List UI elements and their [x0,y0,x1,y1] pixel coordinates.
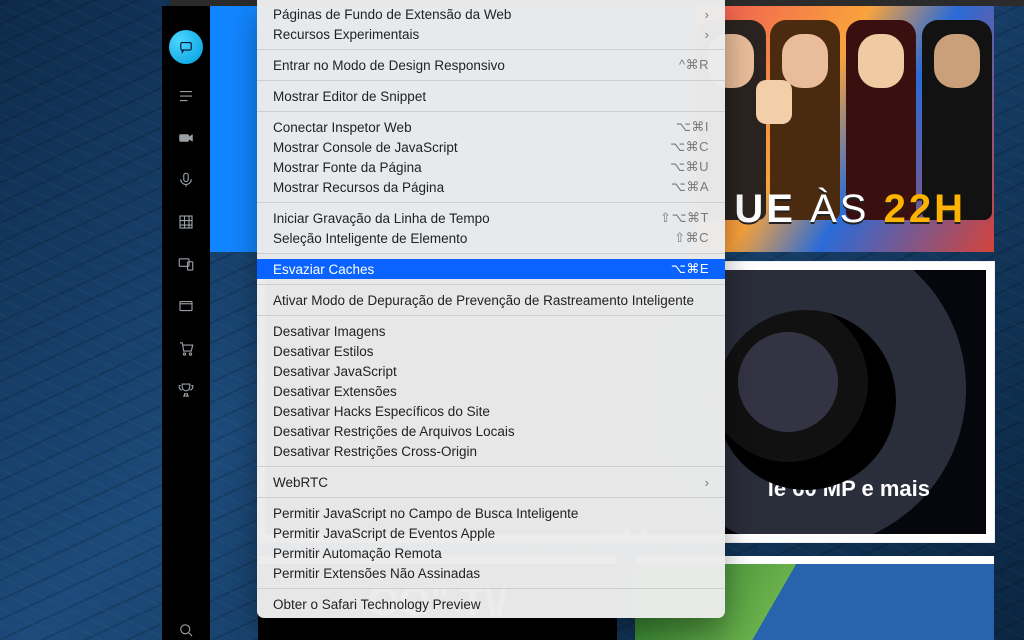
menu-item[interactable]: Desativar Extensões [257,381,725,401]
menu-item-label: WebRTC [273,475,705,490]
menu-item-label: Desativar JavaScript [273,364,709,379]
menu-item[interactable]: Mostrar Fonte da Página⌥⌘U [257,157,725,177]
menu-item-shortcut: ⌥⌘A [671,179,709,195]
menu-item[interactable]: Esvaziar Caches⌥⌘E [257,259,725,279]
mic-icon[interactable] [176,170,196,190]
menu-separator [257,315,725,316]
menu-item[interactable]: Páginas de Fundo de Extensão da Web› [257,4,725,24]
menu-item-label: Desativar Restrições Cross-Origin [273,444,709,459]
menu-item[interactable]: Ativar Modo de Depuração de Prevenção de… [257,290,725,310]
menu-item-label: Desativar Hacks Específicos do Site [273,404,709,419]
menu-item[interactable]: Recursos Experimentais› [257,24,725,44]
menu-separator [257,80,725,81]
menu-item-shortcut: ⇧⌘C [674,230,709,246]
menu-item-label: Mostrar Fonte da Página [273,160,670,175]
menu-item[interactable]: Permitir Automação Remota [257,543,725,563]
menu-item[interactable]: Mostrar Console de JavaScript⌥⌘C [257,137,725,157]
menu-item[interactable]: Obter o Safari Technology Preview [257,594,725,614]
menu-item-label: Conectar Inspetor Web [273,120,676,135]
menu-item[interactable]: Desativar Hacks Específicos do Site [257,401,725,421]
site-logo[interactable] [169,30,203,64]
menu-item-label: Seleção Inteligente de Elemento [273,231,674,246]
menu-item-label: Mostrar Console de JavaScript [273,140,670,155]
menu-item-label: Permitir Automação Remota [273,546,709,561]
menu-item-label: Mostrar Recursos da Página [273,180,671,195]
menu-item[interactable]: Conectar Inspetor Web⌥⌘I [257,117,725,137]
menu-item-label: Páginas de Fundo de Extensão da Web [273,7,705,22]
menu-item[interactable]: Desativar JavaScript [257,361,725,381]
menu-item[interactable]: Desativar Restrições de Arquivos Locais [257,421,725,441]
menu-item-label: Desativar Extensões [273,384,709,399]
chevron-right-icon: › [705,27,709,42]
menu-item-label: Mostrar Editor de Snippet [273,89,709,104]
devices-icon[interactable] [176,254,196,274]
grid-icon[interactable] [176,212,196,232]
phone-caption: le 60 MP e mais [768,476,930,502]
menu-item-shortcut: ⌥⌘C [670,139,709,155]
menu-item-shortcut: ⌥⌘I [676,119,709,135]
menu-item[interactable]: Permitir JavaScript de Eventos Apple [257,523,725,543]
video-icon[interactable] [176,128,196,148]
menu-separator [257,497,725,498]
menu-item[interactable]: Seleção Inteligente de Elemento⇧⌘C [257,228,725,248]
menu-item-shortcut: ⇧⌥⌘T [660,210,709,226]
menu-item[interactable]: Permitir Extensões Não Assinadas [257,563,725,583]
menu-item[interactable]: Mostrar Recursos da Página⌥⌘A [257,177,725,197]
menu-item[interactable]: Desativar Restrições Cross-Origin [257,441,725,461]
menu-item-shortcut: ^⌘R [679,57,709,73]
menu-item-shortcut: ⌥⌘U [670,159,709,175]
menu-item-label: Permitir Extensões Não Assinadas [273,566,709,581]
search-icon[interactable] [176,620,196,640]
menu-item-label: Desativar Estilos [273,344,709,359]
menu-item-label: Entrar no Modo de Design Responsivo [273,58,679,73]
window-icon[interactable] [176,296,196,316]
menu-separator [257,253,725,254]
menu-item-label: Desativar Restrições de Arquivos Locais [273,424,709,439]
site-sidebar [162,6,210,640]
menu-separator [257,588,725,589]
menu-item[interactable]: Iniciar Gravação da Linha de Tempo⇧⌥⌘T [257,208,725,228]
menu-item-label: Recursos Experimentais [273,27,705,42]
menu-separator [257,466,725,467]
chevron-right-icon: › [705,475,709,490]
menu-item-label: Desativar Imagens [273,324,709,339]
chevron-right-icon: › [705,7,709,22]
menu-separator [257,202,725,203]
developer-menu[interactable]: Páginas de Fundo de Extensão da Web›Recu… [257,0,725,618]
hero-headline: UE ÀS 22H [734,187,966,232]
menu-item-label: Ativar Modo de Depuração de Prevenção de… [273,293,709,308]
feed-icon[interactable] [176,86,196,106]
menu-separator [257,49,725,50]
menu-item[interactable]: Entrar no Modo de Design Responsivo^⌘R [257,55,725,75]
chat-icon [177,38,195,56]
menu-item[interactable]: Desativar Estilos [257,341,725,361]
hero-text-time: 22H [884,187,966,231]
menu-item[interactable]: Mostrar Editor de Snippet [257,86,725,106]
menu-item-label: Esvaziar Caches [273,262,671,277]
menu-item[interactable]: WebRTC› [257,472,725,492]
hero-text-ue: UE [734,187,796,231]
menu-item-label: Obter o Safari Technology Preview [273,597,709,612]
menu-item-label: Permitir JavaScript no Campo de Busca In… [273,506,709,521]
menu-item-label: Permitir JavaScript de Eventos Apple [273,526,709,541]
menu-separator [257,111,725,112]
trophy-icon[interactable] [176,380,196,400]
menu-item[interactable]: Permitir JavaScript no Campo de Busca In… [257,503,725,523]
menu-item-label: Iniciar Gravação da Linha de Tempo [273,211,660,226]
cart-icon[interactable] [176,338,196,358]
menu-separator [257,284,725,285]
menu-item-shortcut: ⌥⌘E [671,261,709,277]
hero-text-as: ÀS [810,187,869,231]
menu-item[interactable]: Desativar Imagens [257,321,725,341]
